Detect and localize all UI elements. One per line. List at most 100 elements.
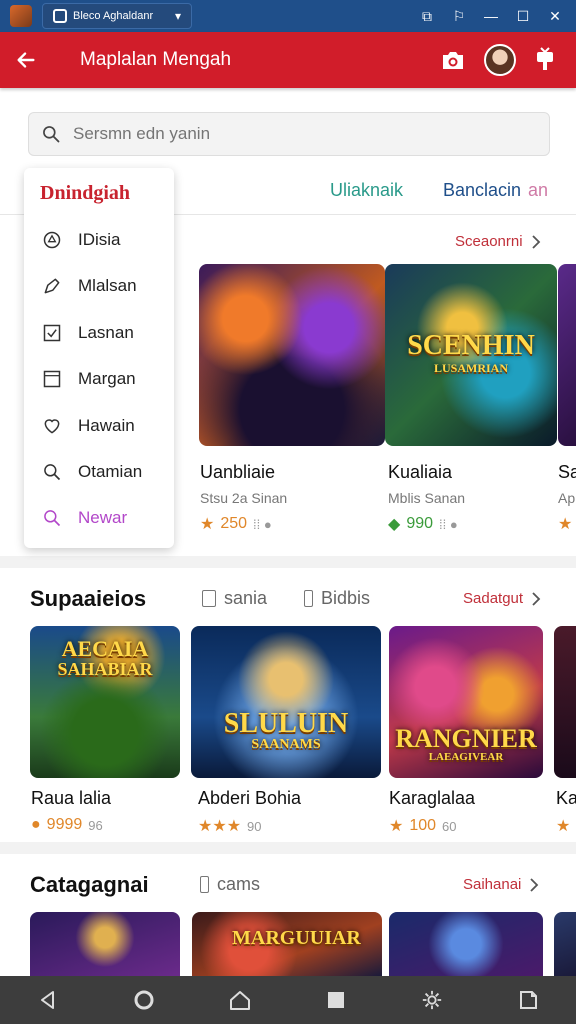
card-title: Ka xyxy=(556,788,576,808)
featured-link-label: Sceaonrni xyxy=(455,233,523,250)
category-dropdown-menu: Dnindgiah IDisia Mlalsan Lasnan Margan H… xyxy=(24,168,174,548)
game-artwork: SCENHIN LUSAMRIAN xyxy=(385,264,557,446)
filter-chip-cams[interactable]: cams xyxy=(200,874,260,895)
tab-menu-icon[interactable]: ▾ xyxy=(175,9,181,23)
card-title: Uanbliaie xyxy=(200,462,276,482)
menu-item-label: Newar xyxy=(78,508,128,527)
search-bar[interactable] xyxy=(28,112,550,156)
maximize-button[interactable]: ☐ xyxy=(516,8,530,25)
chevron-right-icon xyxy=(532,591,541,606)
star-icon: ★ xyxy=(389,818,404,835)
card-subtitle: Mblis Sanan xyxy=(388,490,466,506)
rating-trail: 96 xyxy=(88,817,103,833)
nav-home-button[interactable] xyxy=(220,980,260,1020)
menu-item-label: Mlalsan xyxy=(78,276,137,295)
tab-banclacin[interactable]: Banclacin xyxy=(443,180,521,201)
checkbox-icon xyxy=(202,590,216,607)
rating-trail: 60 xyxy=(442,818,457,834)
section-link-label: Sadatgut xyxy=(463,590,524,607)
window-tab-title: Bleco Aghaldanr xyxy=(73,10,154,22)
menu-item-label: Margan xyxy=(78,369,136,388)
nav-settings-button[interactable] xyxy=(412,980,452,1020)
back-triangle-icon xyxy=(41,991,54,1009)
game-card-artwork[interactable] xyxy=(389,912,543,976)
menu-item-label: Otamian xyxy=(78,462,143,481)
card-title: Abderi Bohia xyxy=(198,788,302,808)
filter-chip-bidbis[interactable]: Bidbis xyxy=(304,588,370,609)
screenshot-icon xyxy=(520,991,537,1009)
art-title: MARGUUIAR xyxy=(232,927,361,949)
gift-icon[interactable] xyxy=(534,47,556,73)
nav-back-button[interactable] xyxy=(28,980,68,1020)
art-subtitle: SAHABIAR xyxy=(57,659,153,679)
game-card-artwork[interactable]: MARGUUIAR xyxy=(192,912,382,976)
menu-item-margan[interactable]: Margan xyxy=(24,359,174,399)
art-title: SLULUIN xyxy=(223,708,349,739)
compass-icon xyxy=(43,231,61,249)
rating-value: ★★★ xyxy=(198,818,242,835)
rating-trail: ⁞⁞ ● xyxy=(253,516,272,532)
game-artwork xyxy=(554,626,576,778)
game-artwork: RANGNIER LAEAGIVEAR xyxy=(389,626,543,778)
gem-icon: ◆ xyxy=(388,516,401,533)
search-icon xyxy=(44,464,61,481)
chevron-right-icon xyxy=(531,234,540,249)
system-navbar xyxy=(0,976,576,1024)
feedback-icon[interactable]: ⚐ xyxy=(452,8,466,25)
menu-item-label: Hawain xyxy=(78,416,135,435)
tab-favicon-icon xyxy=(53,9,67,23)
art-subtitle: LAEAGIVEAR xyxy=(428,751,504,763)
search-icon xyxy=(43,126,60,143)
menu-item-label: IDisia xyxy=(78,230,121,249)
app-logo-icon xyxy=(10,5,32,27)
section-divider xyxy=(0,842,576,854)
game-card-artwork[interactable] xyxy=(554,912,576,976)
nav-home-circle-button[interactable] xyxy=(124,980,164,1020)
star-icon: ★ xyxy=(558,516,573,533)
game-artwork xyxy=(558,264,576,446)
menu-item-hawain[interactable]: Hawain xyxy=(24,406,174,446)
back-button[interactable] xyxy=(0,32,52,88)
menu-item-idisia[interactable]: IDisia xyxy=(24,220,174,260)
nav-screenshot-button[interactable] xyxy=(508,980,548,1020)
search-input[interactable] xyxy=(73,124,513,144)
card-rating: ★ 250 ⁞⁞ ● xyxy=(200,514,272,534)
menu-item-lasnan[interactable]: Lasnan xyxy=(24,313,174,353)
game-artwork xyxy=(199,264,385,446)
window-tab[interactable]: Bleco Aghaldanr ▾ xyxy=(42,3,192,29)
section3-see-all-link[interactable]: Saihanai xyxy=(463,876,539,893)
card-rating: ★ xyxy=(558,514,572,534)
card-subtitle: Stsu 2a Sinan xyxy=(200,490,288,506)
home-circle-icon xyxy=(134,990,154,1010)
menu-item-label: Lasnan xyxy=(78,323,134,342)
art-subtitle: LUSAMRIAN xyxy=(433,361,508,375)
game-card-artwork[interactable] xyxy=(30,912,180,976)
minimize-button[interactable]: — xyxy=(484,8,498,24)
pen-icon xyxy=(44,278,60,294)
close-button[interactable]: ✕ xyxy=(548,8,562,25)
tab-an[interactable]: an xyxy=(528,180,548,201)
menu-item-newar[interactable]: Newar xyxy=(24,498,174,538)
page-title: Maplalan Mengah xyxy=(80,49,232,70)
camera-icon[interactable] xyxy=(440,48,466,72)
card-rating: ◆ 990 ⁞⁞ ● xyxy=(388,514,458,534)
app-header: Maplalan Mengah xyxy=(0,32,576,88)
section-title: Catagagnai xyxy=(30,872,149,897)
arrow-left-icon xyxy=(17,52,35,68)
checkbox-icon xyxy=(304,590,313,607)
filter-chip-sania[interactable]: sania xyxy=(202,588,267,609)
menu-item-mlalsan[interactable]: Mlalsan xyxy=(24,266,174,306)
star-icon: ★ xyxy=(200,516,215,533)
section2-see-all-link[interactable]: Sadatgut xyxy=(463,590,541,607)
chevron-right-icon xyxy=(530,877,539,892)
featured-see-all-link[interactable]: Sceaonrni xyxy=(455,233,541,250)
menu-item-otamian[interactable]: Otamian xyxy=(24,452,174,492)
tab-uliaknaik[interactable]: Uliaknaik xyxy=(330,180,403,201)
star-icon: ★ xyxy=(556,818,571,835)
card-rating: ★ 100 60 xyxy=(389,816,457,836)
avatar[interactable] xyxy=(484,44,516,76)
art-subtitle: SAANAMS xyxy=(251,737,321,752)
tile-windows-icon[interactable]: ⧉ xyxy=(420,8,434,25)
heart-icon xyxy=(44,419,60,434)
nav-recents-button[interactable] xyxy=(316,980,356,1020)
